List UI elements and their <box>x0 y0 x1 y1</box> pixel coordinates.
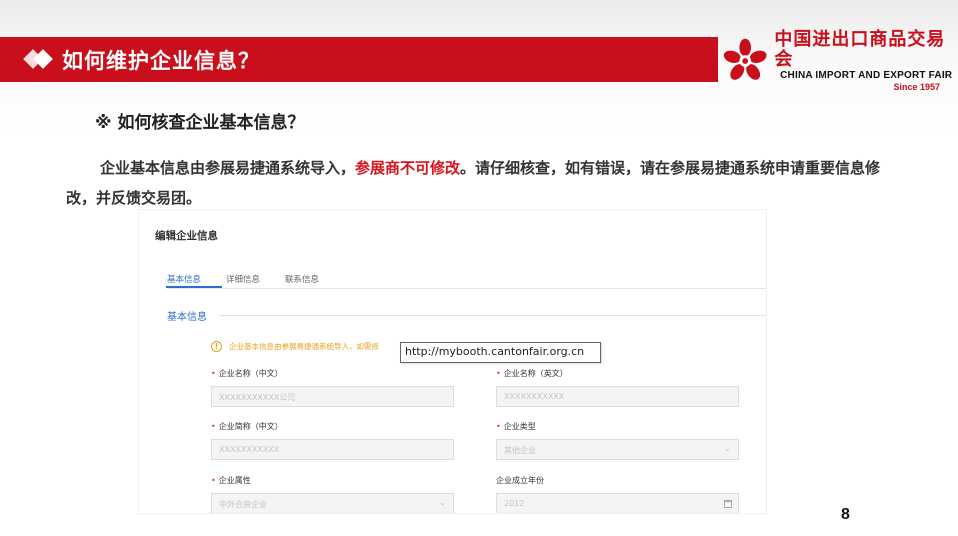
company-type-select[interactable]: 其他企业 ⌄ <box>496 439 739 460</box>
panel-title: 编辑企业信息 <box>155 230 218 242</box>
founding-year-value: 2012 <box>504 499 525 508</box>
company-short-name-input[interactable]: XXXXXXXXXXX <box>211 439 454 460</box>
page-title: 如何维护企业信息？ <box>62 48 260 73</box>
required-mark: • <box>211 422 216 431</box>
company-property-value: 中外合资企业 <box>219 500 267 509</box>
field-label-company-short-name: • 企业简称（中文） <box>211 422 283 431</box>
section-divider <box>219 315 766 316</box>
field-label-company-name-cn: • 企业名称（中文） <box>211 369 283 378</box>
header-band: 如何维护企业信息？ <box>0 37 718 82</box>
instruction-paragraph: 企业基本信息由参展易捷通系统导入，参展商不可修改。请仔细核查，如有错误，请在参展… <box>66 153 886 213</box>
logo-since-text: Since 1957 <box>893 82 940 92</box>
edit-company-info-screenshot: 编辑企业信息 基本信息 详细信息 联系信息 基本信息 ! 企业基本信息由参展易捷… <box>138 209 767 514</box>
field-label-company-name-en: • 企业名称（英文） <box>496 369 568 378</box>
page-number: 8 <box>841 506 850 523</box>
calendar-icon <box>724 500 732 508</box>
tabs-divider <box>167 288 766 289</box>
company-type-value: 其他企业 <box>504 446 536 455</box>
field-label-company-type: • 企业类型 <box>496 422 536 431</box>
field-label-company-property: • 企业属性 <box>211 476 251 485</box>
founding-year-date-picker[interactable]: 2012 <box>496 493 739 513</box>
required-mark: • <box>496 422 501 431</box>
section-label: 基本信息 <box>167 312 207 323</box>
company-name-en-input[interactable]: XXXXXXXXXXX <box>496 386 739 407</box>
url-tooltip: http://mybooth.cantonfair.org.cn <box>400 342 601 363</box>
paragraph-text-1: 企业基本信息由参展易捷通系统导入， <box>100 159 356 177</box>
import-notice: ! 企业基本信息由参展易捷通系统导入，如需修 <box>211 341 379 352</box>
company-name-cn-input[interactable]: XXXXXXXXXXX公司 <box>211 386 454 407</box>
paragraph-highlight: 参展商不可修改 <box>355 159 461 177</box>
chevron-down-icon: ⌄ <box>439 498 446 507</box>
chevron-down-icon: ⌄ <box>724 444 731 453</box>
diamond-bullet-icon <box>0 37 60 82</box>
required-mark: • <box>496 369 501 378</box>
required-mark: • <box>211 476 216 485</box>
canton-fair-flower-icon <box>723 38 767 80</box>
field-label-founding-year: 企业成立年份 <box>496 476 544 485</box>
logo-english-text: CHINA IMPORT AND EXPORT FAIR <box>780 70 953 81</box>
logo-chinese-text: 中国进出口商品交易会 <box>774 29 946 70</box>
warning-icon: ! <box>211 341 222 352</box>
canton-fair-logo: 中国进出口商品交易会 CHINA IMPORT AND EXPORT FAIR … <box>720 30 958 92</box>
required-mark: • <box>211 369 216 378</box>
section-subheading: ※ 如何核查企业基本信息？ <box>95 113 305 133</box>
company-property-select[interactable]: 中外合资企业 ⌄ <box>211 493 454 513</box>
notice-text: 企业基本信息由参展易捷通系统导入，如需修 <box>229 342 379 351</box>
